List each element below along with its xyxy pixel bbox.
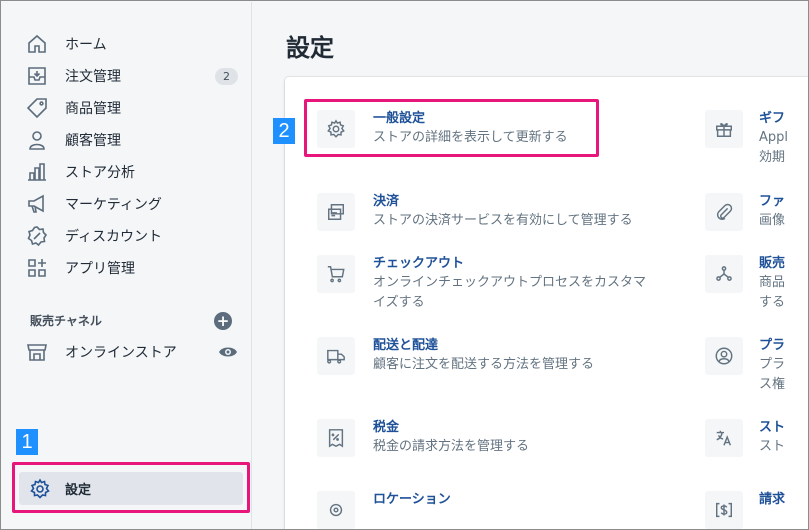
setting-title[interactable]: ファ <box>759 193 799 211</box>
setting-desc: する <box>759 295 786 310</box>
sidebar-item-marketing[interactable]: マーケティング <box>26 191 238 217</box>
billing-icon <box>705 491 743 529</box>
setting-desc: ス権 <box>759 377 786 392</box>
sidebar-item-label: 顧客管理 <box>65 133 121 149</box>
setting-gift-cards[interactable]: ギフ Appl 効期 <box>705 110 799 168</box>
setting-sales-channels[interactable]: 販売 商品 する <box>705 255 799 313</box>
discount-icon <box>26 225 48 247</box>
setting-desc: 税金の請求方法を管理する <box>373 439 530 454</box>
window-frame: ホーム 注文管理 2 商品管理 顧客管理 ストア分析 マーケティング ディスカウ… <box>0 0 809 530</box>
home-icon <box>26 33 48 55</box>
sidebar-item-label: ホーム <box>65 37 107 53</box>
payment-icon <box>317 193 355 231</box>
sales-channels-heading: 販売チャネル <box>30 314 102 328</box>
apps-icon <box>26 257 48 279</box>
setting-title[interactable]: スト <box>759 419 799 437</box>
add-channel-icon[interactable]: + <box>214 312 232 330</box>
main-content: 設定 一般設定 ストアの詳細を表示して更新する 決済 ストアの決済サービスを有効… <box>253 2 808 529</box>
sidebar-item-online-store[interactable]: オンラインストア <box>26 339 238 365</box>
setting-plan[interactable]: プラ プラ ス権 <box>705 337 799 395</box>
setting-store-languages[interactable]: スト スト <box>705 419 799 457</box>
gift-icon <box>705 110 743 148</box>
setting-desc: Appl <box>759 130 789 145</box>
paperclip-icon <box>705 193 743 231</box>
setting-title[interactable]: 税金 <box>373 419 529 437</box>
sidebar-item-products[interactable]: 商品管理 <box>26 95 238 121</box>
account-icon <box>705 337 743 375</box>
setting-shipping[interactable]: 配送と配達 顧客に注文を配送する方法を管理する <box>317 337 594 375</box>
setting-title[interactable]: 決済 <box>373 193 633 211</box>
channels-icon <box>705 255 743 293</box>
setting-files[interactable]: ファ 画像 <box>705 193 799 231</box>
setting-title[interactable]: チェックアウト <box>373 255 646 273</box>
sidebar-item-label: マーケティング <box>65 197 162 213</box>
setting-desc: 効期 <box>759 150 786 165</box>
setting-payments[interactable]: 決済 ストアの決済サービスを有効にして管理する <box>317 193 633 231</box>
setting-desc: 商品 <box>759 275 786 290</box>
sidebar-item-orders[interactable]: 注文管理 2 <box>26 63 238 89</box>
megaphone-icon <box>26 193 48 215</box>
page-title: 設定 <box>286 34 334 62</box>
analytics-icon <box>26 161 48 183</box>
cart-icon <box>317 255 355 293</box>
setting-title[interactable]: 販売 <box>759 255 799 273</box>
location-icon <box>317 491 355 529</box>
eye-icon[interactable] <box>218 342 238 362</box>
sidebar-item-label: 注文管理 <box>65 69 121 85</box>
setting-desc: スト <box>759 439 786 454</box>
sidebar-item-label: ディスカウント <box>65 229 163 245</box>
setting-locations[interactable]: ロケーション <box>317 491 451 529</box>
step-marker-2: 2 <box>273 118 295 144</box>
sidebar-item-label: ストア分析 <box>65 165 135 181</box>
setting-taxes[interactable]: 税金 税金の請求方法を管理する <box>317 419 529 457</box>
sidebar: ホーム 注文管理 2 商品管理 顧客管理 ストア分析 マーケティング ディスカウ… <box>2 2 252 529</box>
orders-icon <box>26 65 48 87</box>
settings-highlight-box <box>12 462 250 513</box>
sidebar-item-label: アプリ管理 <box>65 261 135 277</box>
sidebar-item-discounts[interactable]: ディスカウント <box>26 223 238 249</box>
sidebar-item-home[interactable]: ホーム <box>26 31 238 57</box>
sidebar-item-label: オンラインストア <box>65 345 177 361</box>
setting-desc: ストアの決済サービスを有効にして管理する <box>373 213 633 228</box>
setting-title[interactable]: プラ <box>759 337 799 355</box>
truck-icon <box>317 337 355 375</box>
language-icon <box>705 419 743 457</box>
setting-desc: 画像 <box>759 213 786 228</box>
setting-desc: 顧客に注文を配送する方法を管理する <box>373 357 595 372</box>
setting-desc: イズする <box>373 295 425 310</box>
orders-count-badge: 2 <box>215 67 238 85</box>
general-settings-highlight-box <box>304 99 599 157</box>
step-marker-1: 1 <box>16 429 38 455</box>
sidebar-item-analytics[interactable]: ストア分析 <box>26 159 238 185</box>
customer-icon <box>26 129 48 151</box>
sidebar-item-apps[interactable]: アプリ管理 <box>26 255 238 281</box>
setting-title[interactable]: 配送と配達 <box>373 337 594 355</box>
store-icon <box>26 341 48 363</box>
setting-title[interactable]: ギフ <box>759 110 799 128</box>
sidebar-item-customers[interactable]: 顧客管理 <box>26 127 238 153</box>
setting-title[interactable]: 請求 <box>759 491 799 509</box>
setting-desc: オンラインチェックアウトプロセスをカスタマ <box>373 275 647 290</box>
setting-desc: プラ <box>759 357 786 372</box>
tax-icon <box>317 419 355 457</box>
setting-billing[interactable]: 請求 <box>705 491 799 529</box>
tag-icon <box>26 97 48 119</box>
setting-checkout[interactable]: チェックアウト オンラインチェックアウトプロセスをカスタマ イズする <box>317 255 646 313</box>
sidebar-item-label: 商品管理 <box>65 101 121 117</box>
setting-title[interactable]: ロケーション <box>373 491 451 509</box>
